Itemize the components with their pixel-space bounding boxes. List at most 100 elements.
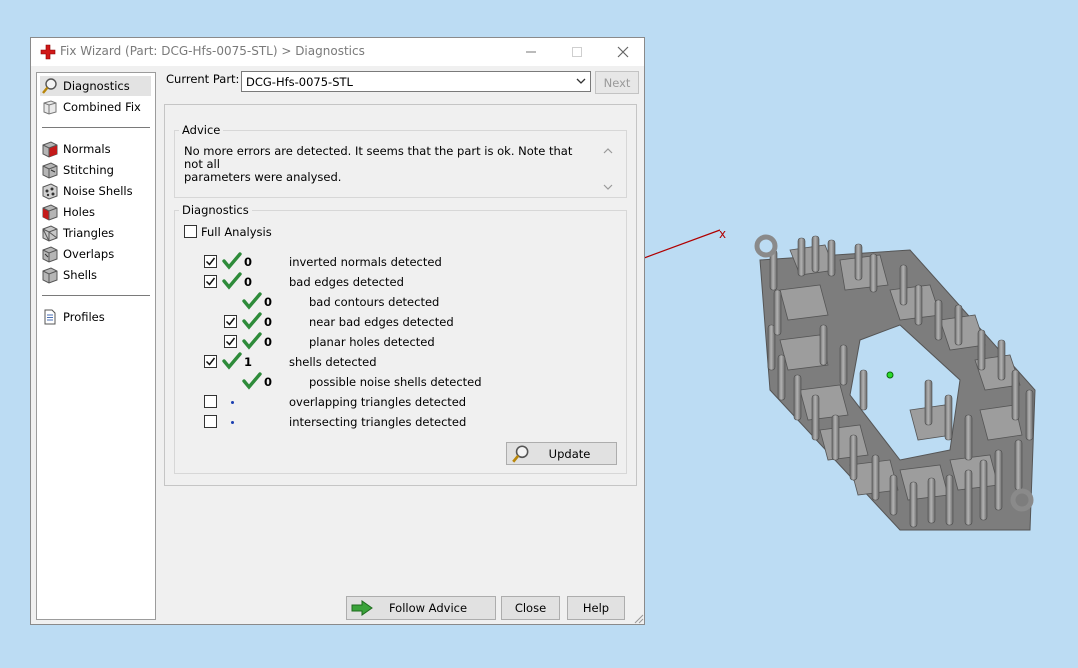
close-window-button[interactable] xyxy=(600,38,646,66)
title-bar[interactable]: Fix Wizard (Part: DCG-Hfs-0075-STL) > Di… xyxy=(31,38,644,66)
combined-fix-icon xyxy=(40,97,60,117)
fix-wizard-dialog: Fix Wizard (Part: DCG-Hfs-0075-STL) > Di… xyxy=(30,37,645,625)
sidebar-item-label: Overlaps xyxy=(63,247,115,261)
checkmark-icon xyxy=(205,277,216,286)
next-button[interactable]: Next xyxy=(595,71,639,94)
noise-shells-icon xyxy=(40,181,60,201)
close-icon xyxy=(617,46,629,58)
noise-shells-count: 0 xyxy=(264,375,273,389)
x-axis-line xyxy=(644,229,721,259)
holes-cube-icon xyxy=(40,202,60,222)
advice-scrollbar[interactable] xyxy=(601,143,615,195)
minimize-button[interactable] xyxy=(508,38,554,66)
inverted-normals-checkbox[interactable] xyxy=(204,255,217,268)
sidebar-item-label: Noise Shells xyxy=(63,184,133,198)
current-part-select[interactable]: DCG-Hfs-0075-STL xyxy=(241,71,591,92)
bad-edges-label: bad edges detected xyxy=(289,275,404,289)
maximize-button[interactable] xyxy=(554,38,600,66)
update-button[interactable]: Update xyxy=(506,442,617,465)
sidebar-item-noise-shells[interactable]: Noise Shells xyxy=(40,181,133,201)
sidebar-item-diagnostics[interactable]: Diagnostics xyxy=(40,76,151,96)
sidebar-item-stitching[interactable]: Stitching xyxy=(40,160,114,180)
green-tick-icon xyxy=(242,372,262,390)
green-tick-icon xyxy=(222,252,242,270)
sidebar-item-label: Combined Fix xyxy=(63,100,141,114)
resize-grip-icon[interactable] xyxy=(632,612,644,624)
bad-contours-label: bad contours detected xyxy=(309,295,440,309)
near-bad-edges-label: near bad edges detected xyxy=(309,315,454,329)
sidebar-item-label: Normals xyxy=(63,142,111,156)
inverted-normals-count: 0 xyxy=(244,255,253,269)
full-analysis-label: Full Analysis xyxy=(201,225,272,239)
near-bad-edges-count: 0 xyxy=(264,315,273,329)
help-button[interactable]: Help xyxy=(567,596,625,620)
sidebar-item-label: Triangles xyxy=(63,226,115,240)
full-analysis-checkbox[interactable] xyxy=(184,225,197,238)
wizard-sidebar: Diagnostics Combined Fix Normals Stitchi… xyxy=(36,72,156,620)
magnifier-icon xyxy=(40,76,60,96)
overlapping-triangles-label: overlapping triangles detected xyxy=(289,395,467,409)
sidebar-item-label: Stitching xyxy=(63,163,114,177)
green-tick-icon xyxy=(222,272,242,290)
follow-advice-button[interactable]: Follow Advice xyxy=(346,596,496,620)
current-part-label: Current Part: xyxy=(166,72,240,86)
sidebar-divider xyxy=(42,127,150,128)
bad-edges-count: 0 xyxy=(244,275,253,289)
bad-edges-checkbox[interactable] xyxy=(204,275,217,288)
sidebar-item-combined-fix[interactable]: Combined Fix xyxy=(40,97,141,117)
shells-cube-icon xyxy=(40,265,60,285)
checkmark-icon xyxy=(225,337,236,346)
planar-holes-checkbox[interactable] xyxy=(224,335,237,348)
stitching-cube-icon xyxy=(40,160,60,180)
green-tick-icon xyxy=(242,332,262,350)
advice-title: Advice xyxy=(179,123,224,137)
sidebar-item-label: Shells xyxy=(63,268,98,282)
magnifier-icon xyxy=(512,445,529,463)
shells-label: shells detected xyxy=(289,355,377,369)
sidebar-item-label: Diagnostics xyxy=(63,79,130,93)
part-model[interactable] xyxy=(750,230,1050,540)
checkmark-icon xyxy=(205,257,216,266)
profiles-document-icon xyxy=(40,307,60,327)
diagnostics-group: Diagnostics Full Analysis 0 inverted nor… xyxy=(174,203,627,474)
diagnostics-title: Diagnostics xyxy=(179,203,252,217)
green-tick-icon xyxy=(242,292,262,310)
pending-dot-icon xyxy=(231,421,234,424)
sidebar-item-label: Profiles xyxy=(63,310,105,324)
sidebar-item-shells[interactable]: Shells xyxy=(40,265,97,285)
intersecting-triangles-checkbox[interactable] xyxy=(204,415,217,428)
noise-shells-label: possible noise shells detected xyxy=(309,375,482,389)
window-title: Fix Wizard (Part: DCG-Hfs-0075-STL) > Di… xyxy=(60,44,365,58)
inverted-normals-label: inverted normals detected xyxy=(289,255,442,269)
advice-line: No more errors are detected. It seems th… xyxy=(184,144,573,171)
intersecting-triangles-label: intersecting triangles detected xyxy=(289,415,467,429)
close-button[interactable]: Close xyxy=(501,596,560,620)
green-tick-icon xyxy=(222,352,242,370)
sidebar-item-normals[interactable]: Normals xyxy=(40,139,111,159)
diagnostics-panel: Advice No more errors are detected. It s… xyxy=(164,104,637,486)
sidebar-item-overlaps[interactable]: Overlaps xyxy=(40,244,114,264)
normals-cube-icon xyxy=(40,139,60,159)
current-part-value: DCG-Hfs-0075-STL xyxy=(246,74,353,89)
sidebar-item-profiles[interactable]: Profiles xyxy=(40,307,105,327)
sidebar-divider xyxy=(42,295,150,296)
planar-holes-label: planar holes detected xyxy=(309,335,435,349)
green-arrow-icon xyxy=(351,600,373,616)
planar-holes-count: 0 xyxy=(264,335,273,349)
maximize-icon xyxy=(572,47,582,57)
sidebar-item-triangles[interactable]: Triangles xyxy=(40,223,114,243)
shells-count: 1 xyxy=(244,355,253,369)
bad-contours-count: 0 xyxy=(264,295,273,309)
advice-group: Advice No more errors are detected. It s… xyxy=(174,123,627,198)
pending-dot-icon xyxy=(231,401,234,404)
chevron-down-icon xyxy=(576,78,586,84)
sidebar-item-holes[interactable]: Holes xyxy=(40,202,95,222)
triangles-cube-icon xyxy=(40,223,60,243)
minimize-icon xyxy=(526,51,536,53)
near-bad-edges-checkbox[interactable] xyxy=(224,315,237,328)
red-cross-app-icon xyxy=(40,44,56,60)
shells-checkbox[interactable] xyxy=(204,355,217,368)
overlapping-triangles-checkbox[interactable] xyxy=(204,395,217,408)
advice-line: parameters were analysed. xyxy=(184,170,342,184)
update-label: Update xyxy=(548,446,591,461)
